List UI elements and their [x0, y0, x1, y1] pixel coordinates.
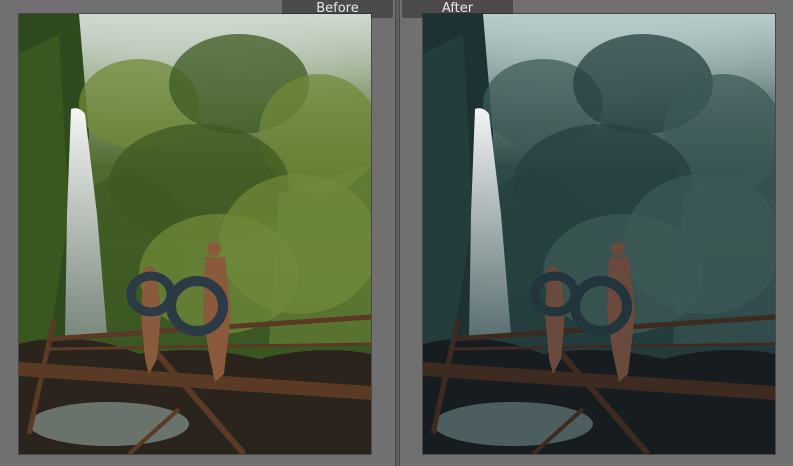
after-photo[interactable]: [423, 14, 775, 454]
before-photo-canvas: [19, 14, 371, 454]
person-right-head: [207, 242, 221, 256]
person-right-head: [611, 242, 625, 256]
after-pane: After: [400, 0, 793, 466]
after-photo-canvas: [423, 14, 775, 454]
before-pane: Before: [0, 0, 395, 466]
before-after-compare-view: Before After: [0, 0, 793, 466]
before-photo[interactable]: [19, 14, 371, 454]
